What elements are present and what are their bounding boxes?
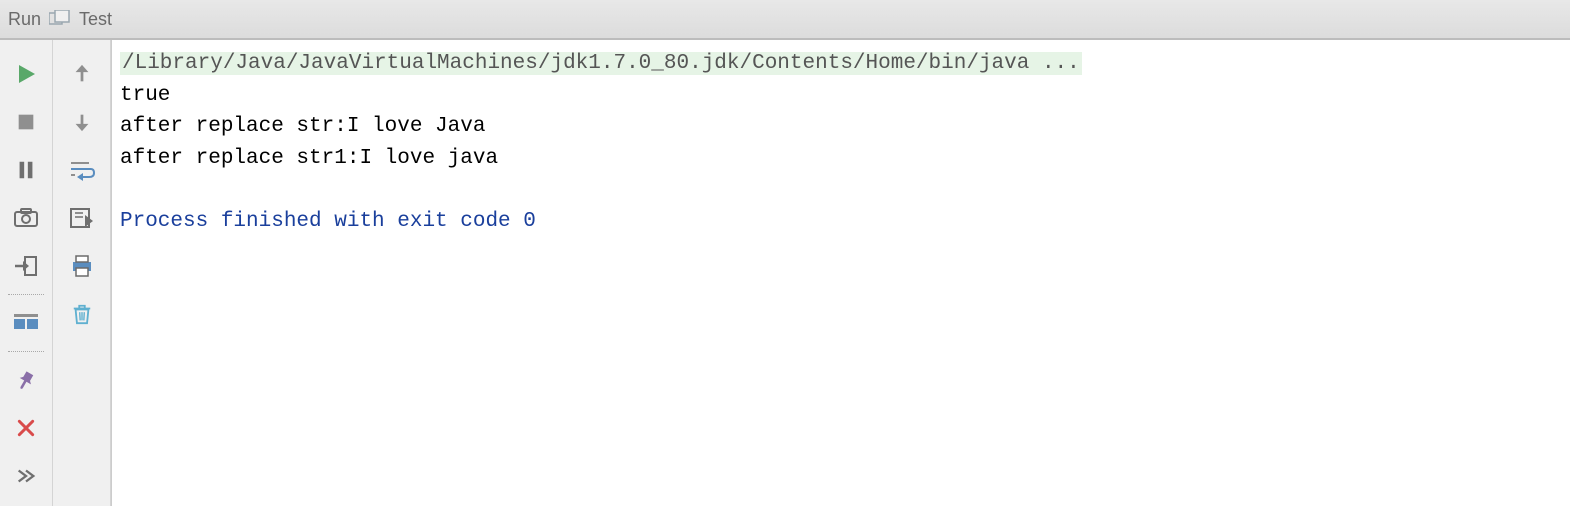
pin-tab-button[interactable] <box>6 356 46 404</box>
dump-threads-button[interactable] <box>6 194 46 242</box>
console-output[interactable]: /Library/Java/JavaVirtualMachines/jdk1.7… <box>111 40 1570 506</box>
toolbar-separator <box>8 294 44 295</box>
run-tool-body: /Library/Java/JavaVirtualMachines/jdk1.7… <box>0 40 1570 506</box>
clear-all-button[interactable] <box>62 290 102 338</box>
run-toolbar-primary <box>0 40 53 506</box>
stop-button[interactable] <box>6 98 46 146</box>
run-label: Run <box>8 9 41 30</box>
exit-button[interactable] <box>6 242 46 290</box>
scroll-to-end-button[interactable] <box>62 194 102 242</box>
down-stack-button[interactable] <box>62 98 102 146</box>
rerun-button[interactable] <box>6 50 46 98</box>
restore-layout-button[interactable] <box>6 299 46 347</box>
console-line: after replace str1:I love java <box>120 147 498 170</box>
run-toolbar-secondary <box>53 40 111 506</box>
run-config-name: Test <box>79 9 112 30</box>
hide-button[interactable] <box>6 452 46 500</box>
soft-wrap-button[interactable] <box>62 146 102 194</box>
print-button[interactable] <box>62 242 102 290</box>
run-config-icon <box>49 8 71 30</box>
console-line: true <box>120 84 170 107</box>
console-line: after replace str:I love Java <box>120 115 485 138</box>
run-tool-header: Run Test <box>0 0 1570 40</box>
close-tab-button[interactable] <box>6 404 46 452</box>
console-text: /Library/Java/JavaVirtualMachines/jdk1.7… <box>120 48 1570 237</box>
console-command-line: /Library/Java/JavaVirtualMachines/jdk1.7… <box>120 52 1082 75</box>
up-stack-button[interactable] <box>62 50 102 98</box>
toolbar-separator <box>8 351 44 352</box>
console-exit-line: Process finished with exit code 0 <box>120 210 536 233</box>
pause-button[interactable] <box>6 146 46 194</box>
